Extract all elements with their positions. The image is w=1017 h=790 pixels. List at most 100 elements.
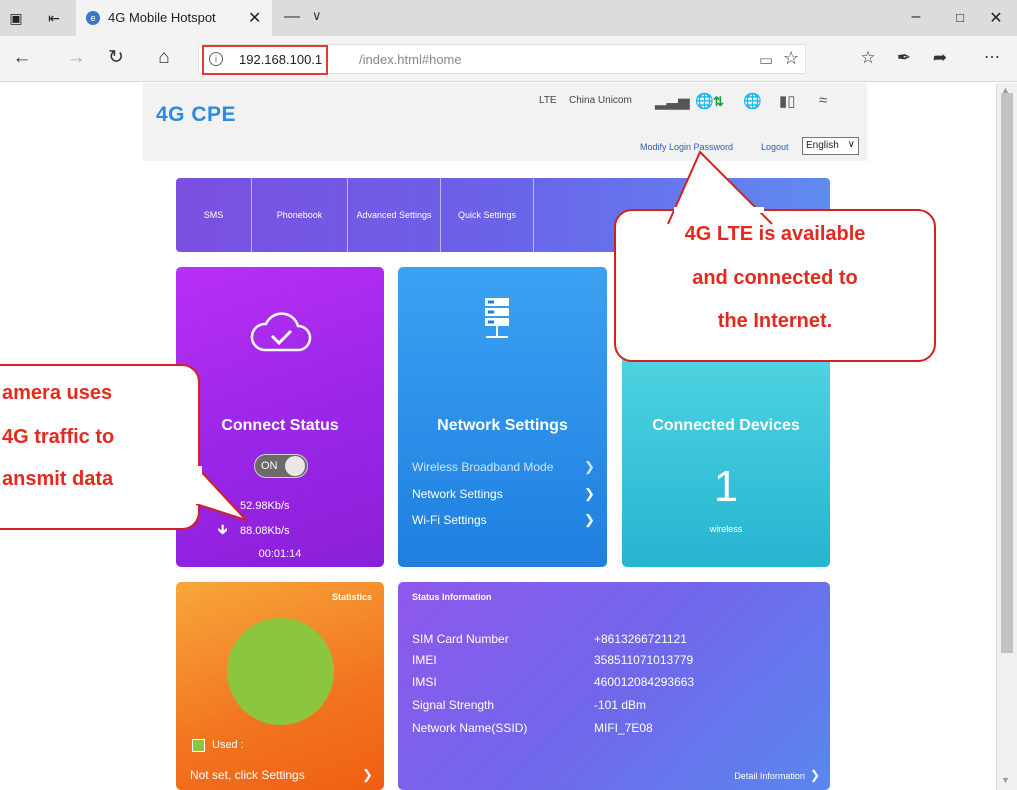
connected-devices-title: Connected Devices: [652, 417, 800, 434]
url-path: /index.html#home: [359, 52, 462, 67]
status-label: Network Name(SSID): [412, 721, 528, 735]
close-tab-icon[interactable]: ✕: [248, 8, 261, 28]
cloud-check-icon: [250, 312, 312, 352]
status-value: 358511071013779: [594, 653, 694, 667]
signal-bars-icon: ▂▃▅: [655, 93, 690, 110]
link-label: Wireless Broadband Mode: [412, 460, 554, 474]
uptime: 00:01:14: [258, 548, 302, 560]
edge-favicon-icon: e: [86, 11, 100, 25]
link-wifi-settings[interactable]: Wi-Fi Settings ❯: [412, 512, 595, 527]
favorite-star-icon[interactable]: ☆: [783, 48, 799, 69]
lte-callout-join: [674, 207, 764, 213]
network-type: LTE: [539, 95, 557, 106]
logo: 4G CPE: [156, 103, 237, 126]
network-settings-card: Network Settings Wireless Broadband Mode…: [398, 267, 607, 567]
browser-tab-bar: ▣ ⇤ e 4G Mobile Hotspot ✕ — ∨ – □ ✕: [0, 0, 1017, 36]
connect-status-title: Connect Status: [221, 417, 339, 434]
status-label: IMSI: [412, 675, 437, 689]
callout-line: amera uses: [2, 382, 113, 404]
link-wireless-broadband-mode[interactable]: Wireless Broadband Mode ❯: [412, 459, 595, 474]
home-icon[interactable]: ⌂: [152, 48, 176, 68]
detail-link-label: Detail Information: [734, 771, 805, 781]
chevron-right-icon: ❯: [362, 767, 373, 782]
connection-toggle[interactable]: ON: [254, 454, 308, 478]
language-value: English: [806, 140, 839, 151]
camera-callout-tail: [196, 465, 248, 522]
status-information-card: Status Information SIM Card Number +8613…: [398, 582, 830, 790]
chevron-right-icon: ❯: [584, 512, 595, 527]
url-highlight-box: [202, 45, 328, 75]
language-select[interactable]: English ∨: [802, 137, 859, 155]
settings-link-label: Not set, click Settings: [190, 768, 305, 782]
device-type: wireless: [709, 524, 743, 534]
chevron-right-icon: ❯: [809, 768, 820, 782]
status-value: MIFI_7E08: [594, 721, 653, 735]
globe-icon: 🌐: [695, 93, 714, 110]
callout-line: 4G traffic to: [2, 426, 115, 448]
link-network-settings[interactable]: Network Settings ❯: [412, 486, 595, 501]
lte-callout: 4G LTE is available and connected to the…: [614, 209, 936, 362]
set-tabs-aside-icon[interactable]: ⇤: [46, 10, 62, 26]
chevron-down-icon[interactable]: ∨: [312, 8, 322, 24]
vertical-scrollbar[interactable]: ▲ ▼: [996, 83, 1017, 790]
carrier-name: China Unicom: [569, 95, 632, 106]
download-rate-row: 🡳 88.08Kb/s: [218, 521, 290, 543]
share-icon[interactable]: ➦: [928, 48, 952, 68]
used-legend-swatch: [192, 739, 205, 752]
minimize-icon[interactable]: –: [906, 8, 926, 26]
status-label: Signal Strength: [412, 698, 495, 712]
download-rate: 88.08Kb/s: [240, 525, 290, 537]
status-label: SIM Card Number: [412, 632, 509, 646]
device-count: 1: [713, 462, 739, 511]
chevron-right-icon: ❯: [584, 459, 595, 474]
chevron-right-icon: ❯: [584, 486, 595, 501]
more-icon[interactable]: ⋯: [980, 48, 1004, 68]
refresh-icon[interactable]: ↻: [104, 48, 128, 68]
maximize-icon[interactable]: □: [950, 10, 970, 25]
camera-callout-join: [196, 466, 202, 504]
statistics-settings-link[interactable]: Not set, click Settings ❯: [190, 767, 375, 782]
menu-item-phonebook[interactable]: Phonebook: [252, 178, 348, 252]
tab-title: 4G Mobile Hotspot: [108, 10, 216, 25]
status-information-title: Status Information: [412, 592, 492, 602]
browser-nav-bar: ← → ↻ ⌂ i 192.168.100.1 /index.html#home…: [0, 36, 1017, 82]
connect-status-card: Connect Status ON 🡱52.98Kb/s 🡳88.08Kb/s …: [176, 267, 384, 567]
wifi-icon: ≈: [819, 92, 828, 109]
reading-view-icon[interactable]: ▭: [759, 51, 773, 69]
data-arrows-icon: ⇅: [713, 94, 724, 109]
status-label: IMEI: [412, 653, 437, 667]
status-value: 460012084293663: [594, 675, 695, 689]
menu-item-advanced-settings[interactable]: Advanced Settings: [348, 178, 441, 252]
battery-icon: ▮▯: [779, 93, 796, 110]
statistics-title: Statistics: [331, 592, 372, 602]
statistics-card: Statistics Used : Not set, click Setting…: [176, 582, 384, 790]
pen-notes-icon[interactable]: ✒: [892, 48, 916, 68]
usage-pie: [227, 618, 334, 725]
roaming-icon: 🌐: [743, 93, 762, 110]
status-value: -101 dBm: [594, 698, 647, 712]
forward-arrow-icon[interactable]: →: [64, 48, 88, 68]
close-window-icon[interactable]: ✕: [986, 8, 1006, 28]
server-icon: [485, 298, 509, 338]
favorites-list-icon[interactable]: ☆: [856, 48, 880, 68]
callout-line: and connected to: [692, 267, 858, 289]
menu-item-quick-settings[interactable]: Quick Settings: [441, 178, 534, 252]
browser-tab[interactable]: e 4G Mobile Hotspot ✕: [76, 0, 272, 36]
callout-line: ansmit data: [2, 468, 114, 490]
lte-callout-tail: [667, 150, 773, 225]
used-legend-label: Used :: [212, 739, 244, 751]
callout-line: the Internet.: [717, 310, 833, 332]
toggle-label: ON: [261, 460, 278, 472]
scroll-down-icon[interactable]: ▼: [1001, 775, 1010, 785]
new-tab-icon[interactable]: —: [284, 8, 300, 26]
menu-item-sms[interactable]: SMS: [176, 178, 252, 252]
scrollbar-thumb[interactable]: [1001, 93, 1013, 653]
chevron-down-icon: ∨: [847, 139, 855, 150]
tab-actions-icon[interactable]: ▣: [8, 10, 24, 26]
link-label: Wi-Fi Settings: [412, 513, 487, 527]
download-arrow-icon: 🡳: [218, 522, 228, 537]
back-arrow-icon[interactable]: ←: [10, 48, 34, 68]
network-settings-title: Network Settings: [437, 417, 568, 434]
detail-information-link[interactable]: Detail Information ❯: [734, 768, 820, 782]
status-value: +8613266721121: [594, 632, 687, 646]
